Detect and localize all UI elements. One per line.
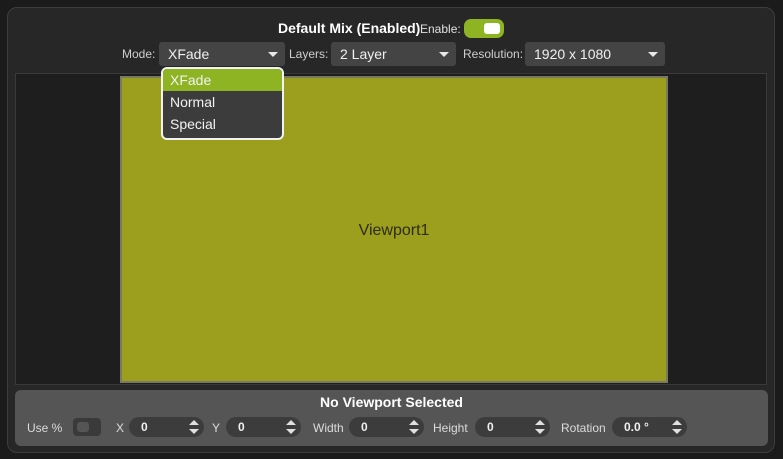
layers-label: Layers: <box>289 47 329 61</box>
mode-select-value: XFade <box>168 46 210 62</box>
mix-canvas[interactable]: Viewport1 <box>15 73 767 385</box>
height-stepper[interactable]: 0 <box>475 417 550 437</box>
rotation-label: Rotation <box>561 421 606 435</box>
x-stepper[interactable]: 0 <box>129 417 204 437</box>
viewport-properties-panel: No Viewport Selected Use % X 0 Y 0 Width… <box>15 390 768 446</box>
stepper-arrows-icon[interactable] <box>535 420 545 434</box>
mode-label: Mode: <box>122 47 156 61</box>
viewport-label: Viewport1 <box>358 222 430 239</box>
chevron-down-icon <box>648 52 658 57</box>
mode-select[interactable]: XFade <box>159 42 285 66</box>
y-value: 0 <box>238 420 245 434</box>
resolution-select[interactable]: 1920 x 1080 <box>525 42 665 66</box>
mode-option-special[interactable]: Special <box>163 113 282 135</box>
y-stepper[interactable]: 0 <box>226 417 301 437</box>
stepper-arrows-icon[interactable] <box>409 420 419 434</box>
rotation-stepper[interactable]: 0.0 ° <box>612 417 687 437</box>
enable-toggle[interactable] <box>464 19 504 38</box>
chevron-down-icon <box>439 52 449 57</box>
title-row: Default Mix (Enabled) Enable: <box>8 18 774 40</box>
use-percent-label: Use % <box>27 421 63 435</box>
use-percent-toggle[interactable] <box>73 418 101 436</box>
mode-option-normal[interactable]: Normal <box>163 91 282 113</box>
chevron-down-icon <box>268 52 278 57</box>
stepper-arrows-icon[interactable] <box>189 420 199 434</box>
stepper-arrows-icon[interactable] <box>672 420 682 434</box>
rotation-value: 0.0 ° <box>624 420 649 434</box>
viewport-panel-title: No Viewport Selected <box>320 394 463 410</box>
resolution-label: Resolution: <box>463 47 524 61</box>
x-value: 0 <box>141 420 148 434</box>
y-label: Y <box>212 421 221 435</box>
mix-panel: Default Mix (Enabled) Enable: Mode: XFad… <box>7 7 775 453</box>
layers-select[interactable]: 2 Layer <box>331 42 456 66</box>
mode-option-xfade[interactable]: XFade <box>163 69 282 91</box>
toggle-knob <box>484 23 500 34</box>
enable-label: Enable: <box>420 22 461 36</box>
controls-row: Mode: XFade Layers: 2 Layer Resolution: … <box>8 42 774 66</box>
width-label: Width <box>313 421 344 435</box>
height-label: Height <box>433 421 468 435</box>
layers-select-value: 2 Layer <box>340 46 387 62</box>
resolution-select-value: 1920 x 1080 <box>534 46 612 62</box>
stepper-arrows-icon[interactable] <box>286 420 296 434</box>
width-value: 0 <box>361 420 368 434</box>
toggle-knob <box>77 422 89 432</box>
mode-dropdown-menu: XFade Normal Special <box>161 67 284 140</box>
mix-title: Default Mix (Enabled) <box>278 20 421 36</box>
height-value: 0 <box>487 420 494 434</box>
x-label: X <box>116 421 125 435</box>
width-stepper[interactable]: 0 <box>349 417 424 437</box>
